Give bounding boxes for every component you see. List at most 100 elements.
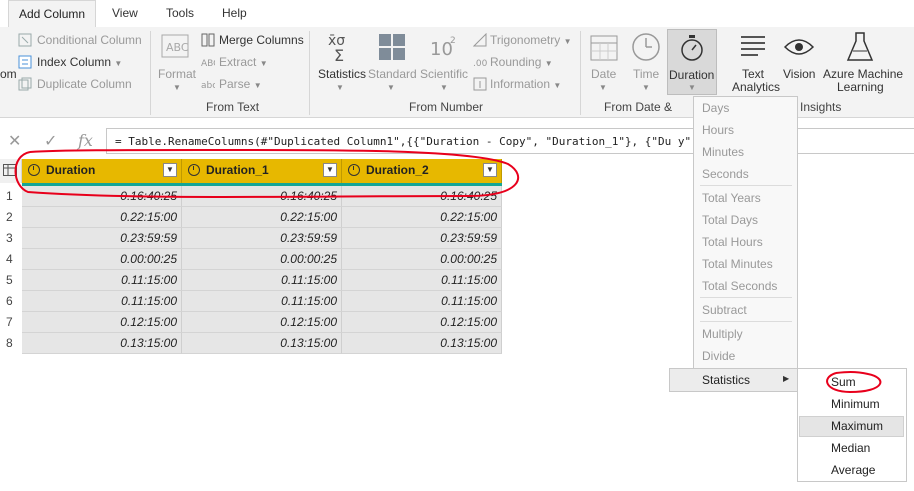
trigonometry-button[interactable]: Trigonometry ▼ [490,33,572,47]
cancel-formula-icon[interactable]: ✕ [8,131,21,151]
table-cell[interactable]: 0.16:40:25 [182,186,342,207]
table-cell[interactable]: 0.13:15:00 [182,333,342,354]
row-number[interactable]: 8 [0,333,22,354]
table-cell[interactable]: 0.11:15:00 [22,270,182,291]
column-header-3[interactable]: Duration_2 ▼ [342,159,502,183]
date-button[interactable]: Date [591,67,616,81]
table-cell[interactable]: 0.23:59:59 [22,228,182,249]
table-cell[interactable]: 0.22:15:00 [182,207,342,228]
table-cell[interactable]: 0.23:59:59 [342,228,502,249]
standard-button[interactable]: Standard [368,67,417,81]
svg-text:.00: .00 [473,59,487,69]
trigonometry-icon [473,33,487,47]
svg-text:2: 2 [450,36,456,46]
menu-item-total-hours[interactable]: Total Hours [702,235,763,249]
chevron-down-icon: ▼ [387,83,395,92]
function-icon[interactable]: fx [78,131,93,150]
table-cell[interactable]: 0.12:15:00 [342,312,502,333]
table-cell[interactable]: 0.00:00:25 [342,249,502,270]
column-filter-dropdown[interactable]: ▼ [163,163,177,177]
menu-item-seconds[interactable]: Seconds [702,167,749,181]
tab-help[interactable]: Help [212,0,257,27]
table-cell[interactable]: 0.22:15:00 [22,207,182,228]
row-number[interactable]: 5 [0,270,22,291]
submenu-item-minimum[interactable]: Minimum [831,397,880,411]
format-icon: ABC [161,34,189,58]
submenu-item-median[interactable]: Median [831,441,870,455]
submenu-item-maximum[interactable]: Maximum [831,419,883,433]
menu-item-total-years[interactable]: Total Years [702,191,761,205]
menu-item-days[interactable]: Days [702,101,729,115]
column-filter-dropdown[interactable]: ▼ [483,163,497,177]
table-cell[interactable]: 0.11:15:00 [182,270,342,291]
row-number[interactable]: 2 [0,207,22,228]
row-number[interactable]: 4 [0,249,22,270]
menu-item-total-days[interactable]: Total Days [702,213,758,227]
table-cell[interactable]: 0.00:00:25 [22,249,182,270]
menu-separator [700,297,792,298]
text-analytics-button[interactable]: Text [742,67,764,81]
group-label-insights: Insights [800,100,842,114]
table-cell[interactable]: 0.11:15:00 [182,291,342,312]
column-header-2[interactable]: Duration_1 ▼ [182,159,342,183]
table-cell[interactable]: 0.11:15:00 [22,291,182,312]
extract-button[interactable]: Extract ▼ [219,55,268,69]
submenu-item-sum[interactable]: Sum [831,375,856,389]
merge-columns-icon [201,33,215,47]
duration-type-icon[interactable] [348,164,360,176]
text-analytics-button-line2: Analytics [732,80,781,94]
scientific-button[interactable]: Scientific [420,67,468,81]
row-number[interactable]: 3 [0,228,22,249]
column-header-label: Duration_1 [206,163,269,177]
rounding-button[interactable]: Rounding ▼ [490,55,553,69]
azure-ml-button[interactable]: Azure Machine [823,67,903,81]
table-cell[interactable]: 0.12:15:00 [22,312,182,333]
extract-icon: ABC [201,59,215,69]
tab-view[interactable]: View [102,0,148,27]
row-number[interactable]: 6 [0,291,22,312]
menu-item-statistics[interactable]: Statistics ▶ [669,368,798,392]
row-number[interactable]: 7 [0,312,22,333]
duration-type-icon[interactable] [28,164,40,176]
grid-corner[interactable] [0,159,22,183]
menu-item-label: Statistics [702,373,751,387]
duplicate-column-button[interactable]: Duplicate Column [37,77,132,91]
menu-item-hours[interactable]: Hours [702,123,734,137]
menu-item-total-minutes[interactable]: Total Minutes [702,257,773,271]
table-cell[interactable]: 0.16:40:25 [342,186,502,207]
table-cell[interactable]: 0.11:15:00 [342,291,502,312]
tab-add-column[interactable]: Add Column [8,0,97,28]
table-cell[interactable]: 0.22:15:00 [342,207,502,228]
table-cell[interactable]: 0.12:15:00 [182,312,342,333]
duration-button[interactable]: Duration ▼ [667,29,717,95]
time-button[interactable]: Time [633,67,659,81]
table-cell[interactable]: 0.13:15:00 [22,333,182,354]
information-button[interactable]: Information ▼ [490,77,561,91]
index-column-button[interactable]: Index Column ▼ [37,55,122,69]
menu-item-subtract[interactable]: Subtract [702,303,747,317]
chevron-down-icon: ▼ [599,83,607,92]
menu-item-total-seconds[interactable]: Total Seconds [702,279,777,293]
conditional-column-icon [18,33,32,47]
table-cell[interactable]: 0.11:15:00 [342,270,502,291]
submenu-item-average[interactable]: Average [831,463,875,477]
merge-columns-button[interactable]: Merge Columns [219,33,304,47]
column-header-1[interactable]: Duration ▼ [22,159,182,183]
confirm-formula-icon[interactable]: ✓ [44,131,57,151]
parse-button[interactable]: Parse ▼ [219,77,262,91]
vision-button[interactable]: Vision [783,67,815,81]
menu-item-multiply[interactable]: Multiply [702,327,743,341]
menu-item-divide[interactable]: Divide [702,349,735,363]
row-number[interactable]: 1 [0,186,22,207]
menu-item-minutes[interactable]: Minutes [702,145,744,159]
table-cell[interactable]: 0.13:15:00 [342,333,502,354]
table-cell[interactable]: 0.16:40:25 [22,186,182,207]
format-button[interactable]: Format [158,67,196,81]
tab-tools[interactable]: Tools [156,0,204,27]
statistics-button[interactable]: Statistics [318,67,366,81]
duration-type-icon[interactable] [188,164,200,176]
column-filter-dropdown[interactable]: ▼ [323,163,337,177]
conditional-column-button[interactable]: Conditional Column [37,33,142,47]
table-cell[interactable]: 0.00:00:25 [182,249,342,270]
table-cell[interactable]: 0.23:59:59 [182,228,342,249]
